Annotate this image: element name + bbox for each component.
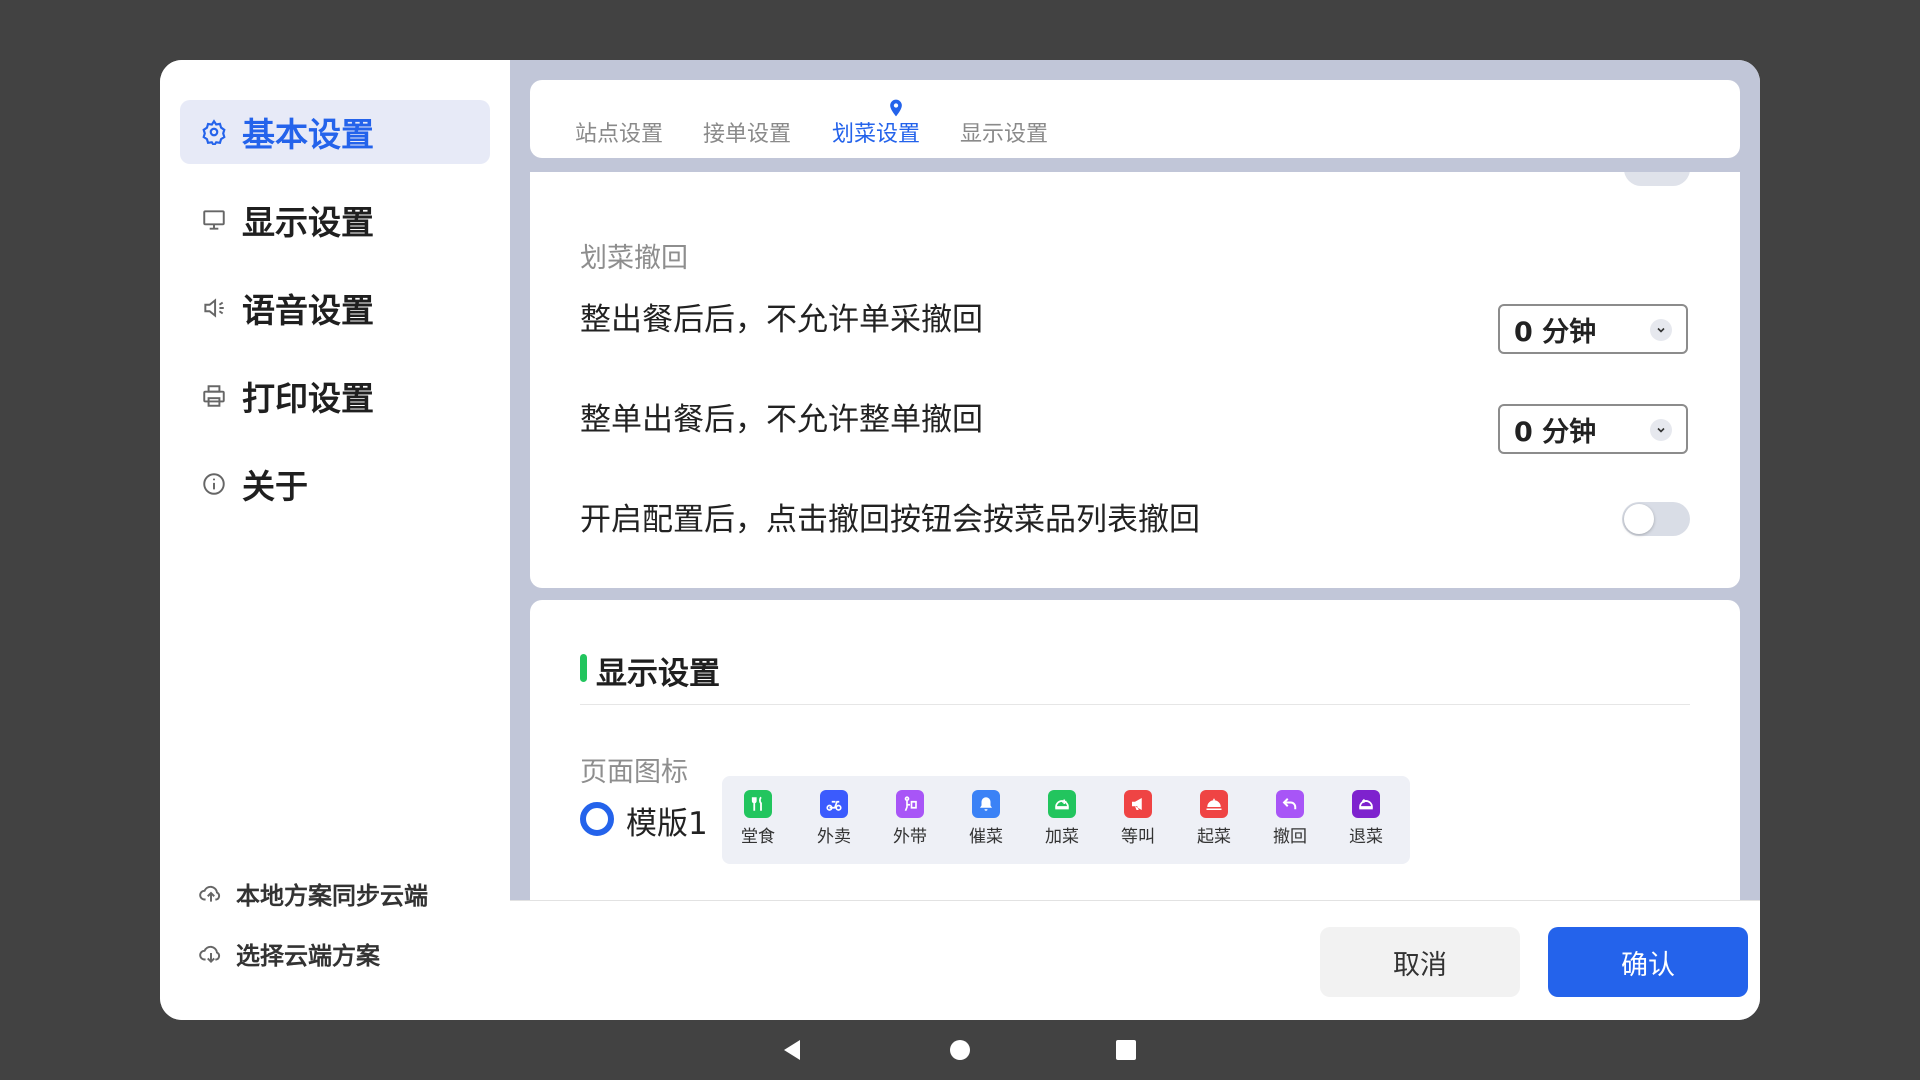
return-dish-icon <box>1352 790 1380 818</box>
cloud-action-label: 选择云端方案 <box>236 941 380 970</box>
sidebar-item-label: 关于 <box>242 467 308 506</box>
template-1-radio[interactable] <box>580 802 614 836</box>
icon-label: 催菜 <box>969 827 1003 847</box>
sidebar-item-label: 显示设置 <box>242 203 374 242</box>
icon-item-serve-dish: 起菜 <box>1184 790 1244 847</box>
add-dish-icon <box>1048 790 1076 818</box>
whole-order-recall-time-select[interactable]: 0 分钟 <box>1498 404 1688 454</box>
monitor-icon <box>200 206 228 234</box>
setting-row-label: 整单出餐后，不允许整单撤回 <box>580 402 983 438</box>
cancel-button[interactable]: 取消 <box>1320 927 1520 997</box>
recall-settings-card: 划菜撤回 整出餐后后，不允许单采撤回 0 分钟 整单出餐后，不允许整单撤回 0 … <box>530 172 1740 588</box>
confirm-button[interactable]: 确认 <box>1548 927 1748 997</box>
section-subtitle: 划菜撤回 <box>580 243 688 274</box>
printer-icon <box>200 382 228 410</box>
takeaway-icon <box>896 790 924 818</box>
icon-label: 加菜 <box>1045 827 1079 847</box>
tab-display-settings[interactable]: 显示设置 <box>960 116 1048 148</box>
sidebar-item-label: 打印设置 <box>242 379 374 418</box>
megaphone-icon <box>1124 790 1152 818</box>
sidebar-item-print-settings[interactable]: 打印设置 <box>180 364 490 428</box>
bell-icon <box>972 790 1000 818</box>
select-value: 0 分钟 <box>1514 416 1597 448</box>
setting-row-label: 整出餐后后，不允许单采撤回 <box>580 302 983 338</box>
sync-local-to-cloud-button[interactable]: 本地方案同步云端 <box>198 873 428 913</box>
icon-label: 撤回 <box>1273 827 1307 847</box>
setting-row-label: 开启配置后，点击撤回按钮会按菜品列表撤回 <box>580 502 1200 538</box>
sidebar-item-label: 基本设置 <box>242 115 374 154</box>
cloche-icon <box>1200 790 1228 818</box>
cloud-download-icon <box>198 940 224 966</box>
cloud-upload-icon <box>198 880 224 906</box>
section-subtitle: 页面图标 <box>580 757 688 788</box>
toggle-knob <box>1624 504 1654 534</box>
recents-icon[interactable] <box>1114 1038 1138 1066</box>
chevron-down-icon <box>1650 419 1672 441</box>
icon-item-add-dish: 加菜 <box>1032 790 1092 847</box>
select-value: 0 分钟 <box>1514 316 1597 348</box>
template-label: 模版1 <box>626 806 708 842</box>
system-navigation-bar <box>0 1020 1920 1080</box>
back-icon[interactable] <box>780 1038 804 1066</box>
sidebar-item-label: 语音设置 <box>242 291 374 330</box>
speaker-icon <box>200 294 228 322</box>
icon-label: 堂食 <box>741 827 775 847</box>
icon-label: 退菜 <box>1349 827 1383 847</box>
single-recall-time-select[interactable]: 0 分钟 <box>1498 304 1688 354</box>
sidebar: 基本设置 显示设置 语音设置 打印设置 关于 本地方案同步云端 选择云端方案 <box>160 60 510 1020</box>
icon-label: 起菜 <box>1197 827 1231 847</box>
divider <box>580 704 1690 705</box>
page-icon-strip: 堂食 外卖 外带 催菜 加菜 等叫 起菜 撤回 退菜 <box>722 776 1410 864</box>
icon-item-dine-in: 堂食 <box>728 790 788 847</box>
partially-hidden-toggle[interactable] <box>1624 172 1690 186</box>
icon-item-wait-call: 等叫 <box>1108 790 1168 847</box>
sidebar-item-about[interactable]: 关于 <box>180 452 490 516</box>
tab-order-settings[interactable]: 接单设置 <box>703 116 791 148</box>
section-accent-bar <box>580 654 587 682</box>
cloud-action-label: 本地方案同步云端 <box>236 881 428 910</box>
tab-dish-marking-settings[interactable]: 划菜设置 <box>832 116 920 148</box>
tab-site-settings[interactable]: 站点设置 <box>575 116 663 148</box>
home-icon[interactable] <box>948 1038 972 1066</box>
settings-dialog: 基本设置 显示设置 语音设置 打印设置 关于 本地方案同步云端 选择云端方案 站… <box>160 60 1760 1020</box>
info-icon <box>200 470 228 498</box>
utensils-icon <box>744 790 772 818</box>
sidebar-item-display-settings[interactable]: 显示设置 <box>180 188 490 252</box>
scooter-icon <box>820 790 848 818</box>
dialog-footer: 取消 确认 <box>510 900 1760 1020</box>
icon-item-rush-dish: 催菜 <box>956 790 1016 847</box>
tab-bar: 站点设置 接单设置 划菜设置 显示设置 <box>530 80 1740 158</box>
icon-label: 外带 <box>893 827 927 847</box>
recall-by-dish-list-toggle[interactable] <box>1622 502 1690 536</box>
main-content: 站点设置 接单设置 划菜设置 显示设置 划菜撤回 整出餐后后，不允许单采撤回 0… <box>510 60 1760 1020</box>
icon-item-return-dish: 退菜 <box>1336 790 1396 847</box>
icon-item-recall: 撤回 <box>1260 790 1320 847</box>
chevron-down-icon <box>1650 319 1672 341</box>
icon-item-takeaway: 外带 <box>880 790 940 847</box>
undo-icon <box>1276 790 1304 818</box>
icon-item-delivery: 外卖 <box>804 790 864 847</box>
sidebar-item-voice-settings[interactable]: 语音设置 <box>180 276 490 340</box>
gear-icon <box>200 118 228 146</box>
icon-label: 外卖 <box>817 827 851 847</box>
sidebar-item-basic-settings[interactable]: 基本设置 <box>180 100 490 164</box>
section-title: 显示设置 <box>596 656 720 692</box>
select-cloud-plan-button[interactable]: 选择云端方案 <box>198 933 380 973</box>
icon-label: 等叫 <box>1121 827 1155 847</box>
